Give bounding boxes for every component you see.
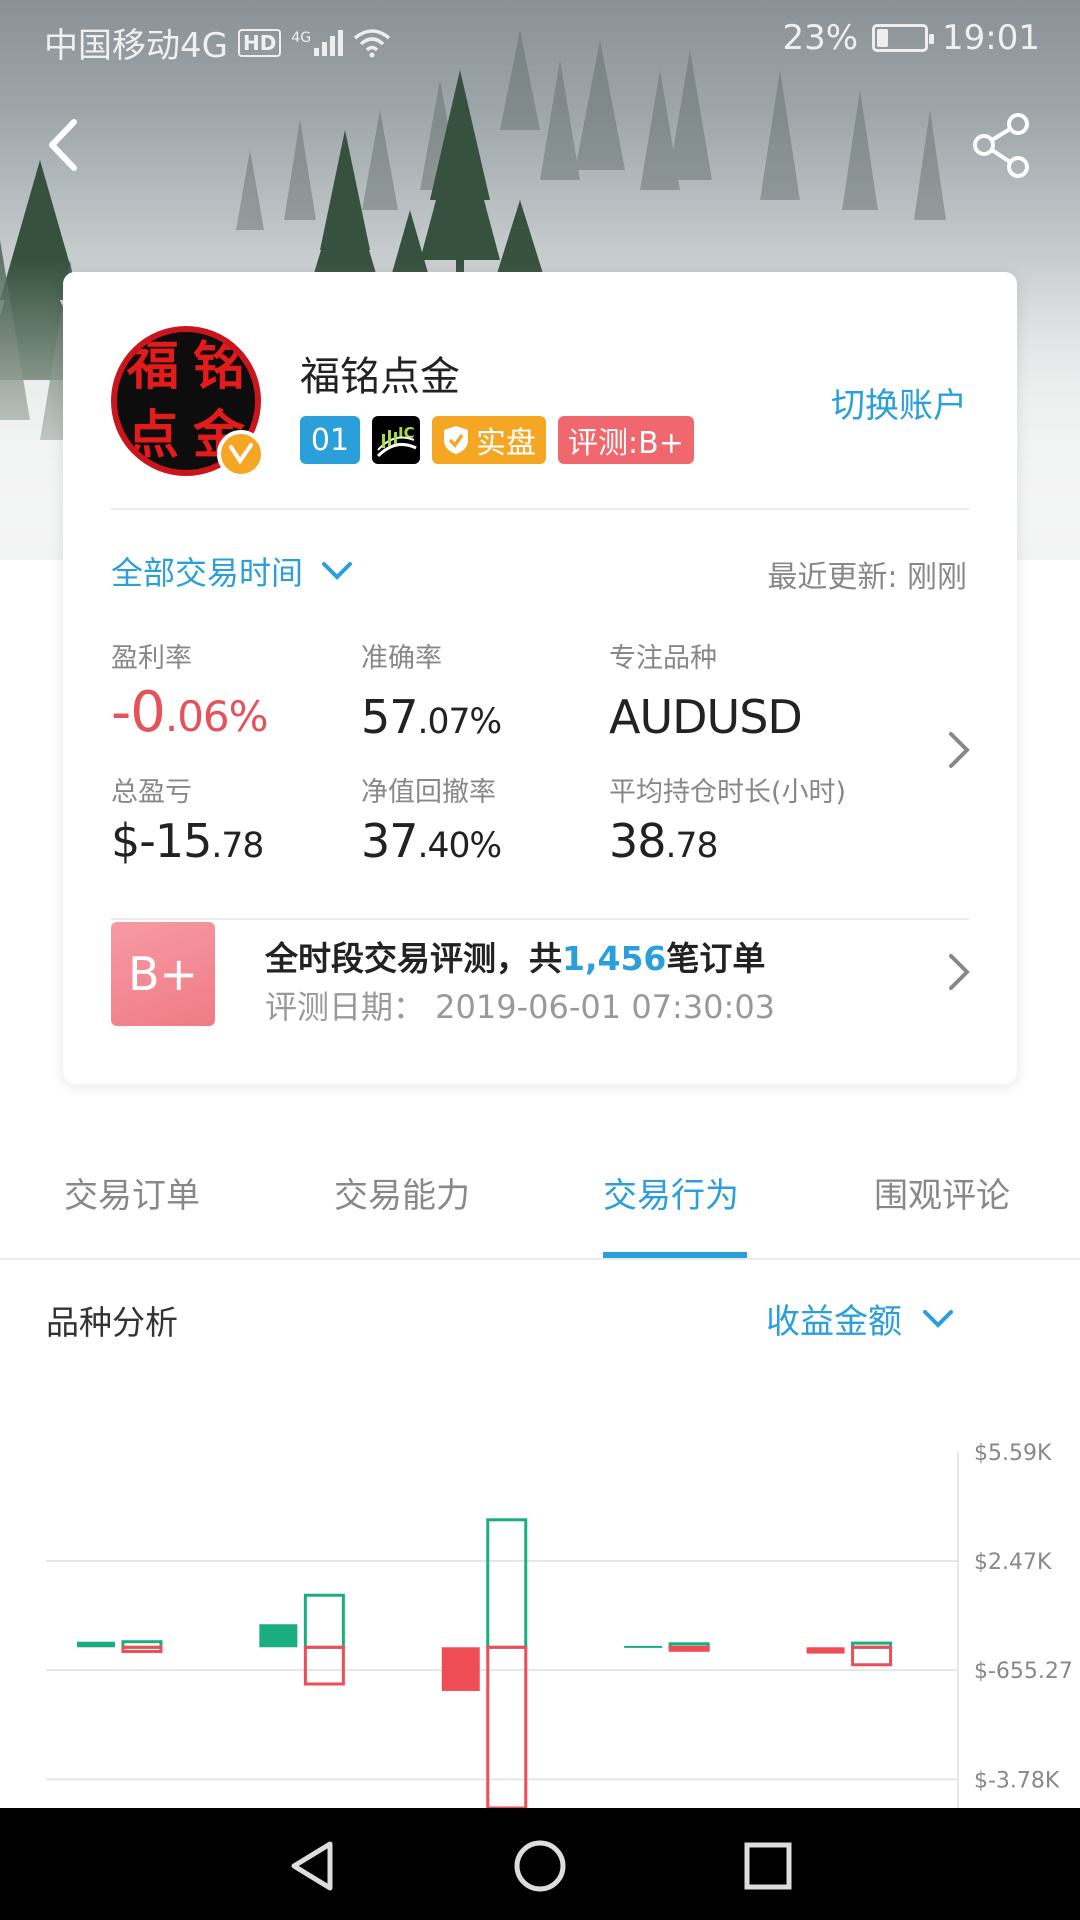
profit-rate-label: 盈利率 [111,643,192,674]
account-number-badge: 01 [300,416,360,464]
nav-recents-button[interactable] [738,1836,798,1896]
triangle-back-icon [291,1841,333,1891]
verified-badge-icon [217,430,265,478]
clock: 19:01 [942,18,1040,58]
section-title: 品种分析 [46,1303,178,1342]
profit-rate-value: -0.06% [111,680,269,745]
grade-badge: B+ [111,922,215,1026]
gross-loss-bar [668,1645,710,1652]
order-count: 1,456 [562,939,667,978]
drawdown-value: 37.40% [361,814,502,868]
metric-dropdown[interactable]: 收益金额 [766,1294,954,1343]
metric-label: 收益金额 [766,1302,902,1342]
evaluation-row[interactable]: B+ 全时段交易评测，共1,456笔订单 评测日期： 2019-06-01 07… [63,920,1017,1050]
account-name: 福铭点金 [300,354,460,400]
tab-bar: 交易订单 交易能力 交易行为 围观评论 [0,1140,1080,1260]
nav-back-button[interactable] [284,1836,344,1896]
back-button[interactable] [40,112,90,178]
battery-icon [872,24,935,52]
status-bar: 中国移动4G HD 4G 23% 19:01 [0,0,1080,76]
period-label: 全部交易时间 [111,554,304,592]
symbol-pnl-chart: $5.59K $2.47K $-655.27 $-3.78K [46,1441,1073,1810]
drawdown-label: 净值回撤率 [361,777,496,808]
wifi-icon [353,28,391,57]
shield-check-icon [444,426,468,454]
rating-badge: 评测:B+ [558,416,694,464]
broker-logo-icon: IC [372,416,420,464]
gross-loss-bar [121,1645,163,1653]
battery-percent: 23% [782,18,859,58]
avg-hold-time-value: 38.78 [609,814,718,868]
network-type-label: 4G [291,29,312,46]
total-pnl-value: $-15.78 [111,814,264,868]
stats-detail-button[interactable] [945,728,973,772]
gross-profit-bar [303,1593,345,1649]
evaluation-date: 评测日期： 2019-06-01 07:30:03 [265,988,776,1026]
gross-profit-bar [486,1518,528,1649]
avatar-char: 福 [126,335,179,397]
evaluation-title: 全时段交易评测，共1,456笔订单 [265,939,766,978]
live-account-label: 实盘 [476,426,536,461]
period-dropdown[interactable]: 全部交易时间 [111,548,353,594]
live-account-badge: 实盘 [432,416,546,464]
gross-loss-bar [486,1645,528,1810]
avatar-char: 铭 [192,335,245,397]
chevron-right-icon [949,732,970,768]
avg-hold-time-label: 平均持仓时长(小时) [609,777,847,808]
net-pnl-bar [259,1624,298,1648]
active-tab-indicator [603,1252,747,1258]
badge-row: 01 IC 实盘 评测:B+ [300,416,694,464]
divider [111,508,969,510]
tab-comments[interactable]: 围观评论 [874,1168,1010,1217]
tab-behavior[interactable]: 交易行为 [603,1168,739,1217]
tab-ability[interactable]: 交易能力 [334,1168,470,1217]
profile-card: 福 铭 点 金 福铭点金 01 IC 实盘 评测:B+ 切换账户 全部交易时间 … [63,272,1017,1084]
y-tick-label: $5.59K [974,1441,1052,1466]
share-button[interactable] [970,112,1032,178]
y-tick-label: $-655.27 [974,1659,1073,1684]
hd-badge: HD [237,28,282,57]
accuracy-value: 57.07% [361,690,502,744]
chevron-down-icon [322,562,353,580]
chevron-left-icon [49,119,77,171]
square-recents-icon [744,1842,792,1890]
share-icon [973,113,1029,178]
evaluation-arrow [945,950,973,994]
switch-account-link[interactable]: 切换账户 [831,378,967,427]
chevron-down-icon [923,1309,953,1328]
nav-home-button[interactable] [510,1836,570,1896]
gross-loss-bar [303,1645,345,1686]
focus-symbol-value: AUDUSD [609,690,803,744]
avatar-char: 点 [126,404,179,466]
accuracy-label: 准确率 [361,643,442,674]
net-pnl-bar [624,1645,663,1648]
y-tick-label: $-3.78K [974,1768,1060,1793]
last-updated-text: 最近更新: 刚刚 [767,560,967,595]
circle-home-icon [514,1840,566,1892]
gross-loss-bar [851,1645,893,1667]
total-pnl-label: 总盈亏 [111,777,192,808]
net-pnl-bar [441,1647,480,1691]
chevron-right-icon [949,954,970,990]
y-tick-label: $2.47K [974,1550,1052,1575]
net-pnl-bar [806,1647,845,1654]
system-nav-bar [0,1808,1080,1920]
signal-icon: 4G [291,29,344,56]
net-pnl-bar [76,1641,115,1648]
carrier-label: 中国移动4G [44,26,228,66]
focus-symbol-label: 专注品种 [609,643,717,674]
tab-orders[interactable]: 交易订单 [64,1168,200,1217]
